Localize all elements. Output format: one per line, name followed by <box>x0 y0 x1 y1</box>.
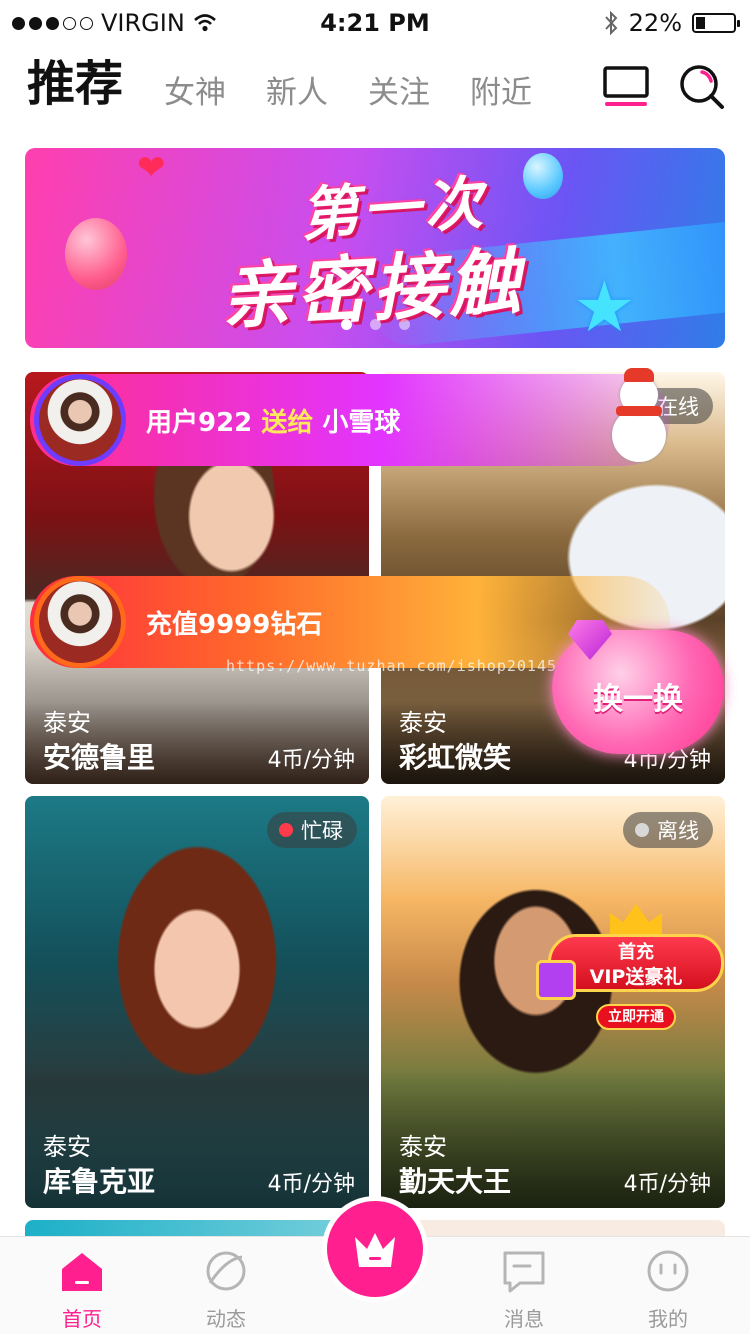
bluetooth-icon <box>604 10 618 36</box>
banner-page-dot[interactable] <box>340 319 352 330</box>
anchor-city: 泰安 <box>399 1133 447 1161</box>
gift-notice-bar: 用户922 送给 小雪球 <box>30 374 670 466</box>
profile-face-icon <box>647 1250 689 1292</box>
vip-promo-line2: VIP送豪礼 <box>589 966 683 988</box>
banner-page-dot[interactable] <box>398 319 410 330</box>
tab-nearby[interactable]: 附近 <box>470 67 532 112</box>
center-live-button[interactable] <box>322 1196 428 1302</box>
anchor-price: 4币/分钟 <box>623 1172 711 1197</box>
gift-verb: 送给 <box>261 408 314 438</box>
message-icon <box>503 1251 545 1293</box>
avatar[interactable] <box>34 374 126 466</box>
tab-following[interactable]: 关注 <box>368 67 430 112</box>
crown-icon <box>355 1233 395 1267</box>
search-icon[interactable] <box>678 64 726 110</box>
status-dot <box>279 823 293 837</box>
tab-newcomer[interactable]: 新人 <box>266 67 328 112</box>
status-bar: VIRGIN 4:21 PM 22% <box>0 0 750 46</box>
banner-page-dot[interactable] <box>369 319 381 330</box>
anchor-city: 泰安 <box>43 1133 91 1161</box>
tab-moments[interactable]: 动态 <box>171 1249 281 1332</box>
anchor-city: 泰安 <box>399 709 447 737</box>
status-badge: 离线 <box>623 812 713 848</box>
snowman-gift-icon <box>608 368 670 464</box>
status-label: 忙碌 <box>301 819 343 843</box>
status-badge: 忙碌 <box>267 812 357 848</box>
live-screen-icon[interactable] <box>602 64 650 108</box>
recharge-notice-text: 充值9999钻石 <box>146 610 323 640</box>
promo-banner[interactable]: ❤ ★ 第一次 亲密接触 <box>25 148 725 348</box>
banner-pagination <box>25 319 725 330</box>
vip-promo-line1: 首充 <box>618 942 654 963</box>
avatar[interactable] <box>34 576 126 668</box>
battery-icon <box>692 13 740 33</box>
gift-name: 小雪球 <box>322 408 401 438</box>
anchor-name: 勤天大王 <box>399 1165 512 1198</box>
pink-balloon-icon <box>65 218 127 290</box>
crown-icon <box>610 904 662 934</box>
gift-notice-text: 用户922 送给 小雪球 <box>146 402 400 439</box>
anchor-price: 4币/分钟 <box>267 1172 355 1197</box>
tab-moments-label: 动态 <box>206 1307 246 1331</box>
vip-open-button[interactable]: 立即开通 <box>596 1004 676 1030</box>
lips-icon: ❤ <box>137 148 166 188</box>
anchor-city: 泰安 <box>43 709 91 737</box>
tab-messages-label: 消息 <box>504 1307 544 1331</box>
status-dot <box>635 823 649 837</box>
anchor-price: 4币/分钟 <box>267 748 355 773</box>
swap-button-label: 换一换 <box>593 682 683 717</box>
tab-messages[interactable]: 消息 <box>469 1249 579 1332</box>
tab-home[interactable]: 首页 <box>27 1249 137 1332</box>
tab-profile[interactable]: 我的 <box>613 1249 723 1332</box>
blue-balloon-icon <box>523 153 563 199</box>
tab-goddess[interactable]: 女神 <box>164 67 226 112</box>
anchor-name: 库鲁克亚 <box>43 1165 156 1198</box>
top-nav: 推荐 女神 新人 关注 附近 <box>0 50 750 130</box>
tab-recommend[interactable]: 推荐 <box>27 44 123 114</box>
planet-icon <box>206 1251 246 1291</box>
star-icon: ★ <box>573 266 636 348</box>
anchor-card[interactable]: 忙碌 泰安 库鲁克亚 4币/分钟 <box>25 796 369 1208</box>
status-label: 离线 <box>657 819 699 843</box>
gift-sender: 用户922 <box>146 408 253 438</box>
swap-button[interactable]: 换一换 <box>552 630 724 754</box>
status-right: 22% <box>603 9 740 37</box>
watermark-text: https://www.tuzhan.com/ishop20145 <box>226 657 558 675</box>
home-icon <box>62 1253 102 1291</box>
tab-home-label: 首页 <box>62 1307 102 1331</box>
vip-promo-badge[interactable]: 首充 VIP送豪礼 立即开通 <box>536 904 724 1034</box>
anchor-name: 彩虹微笑 <box>399 741 512 774</box>
tab-profile-label: 我的 <box>648 1307 688 1331</box>
anchor-name: 安德鲁里 <box>43 741 156 774</box>
battery-percent: 22% <box>628 9 682 37</box>
